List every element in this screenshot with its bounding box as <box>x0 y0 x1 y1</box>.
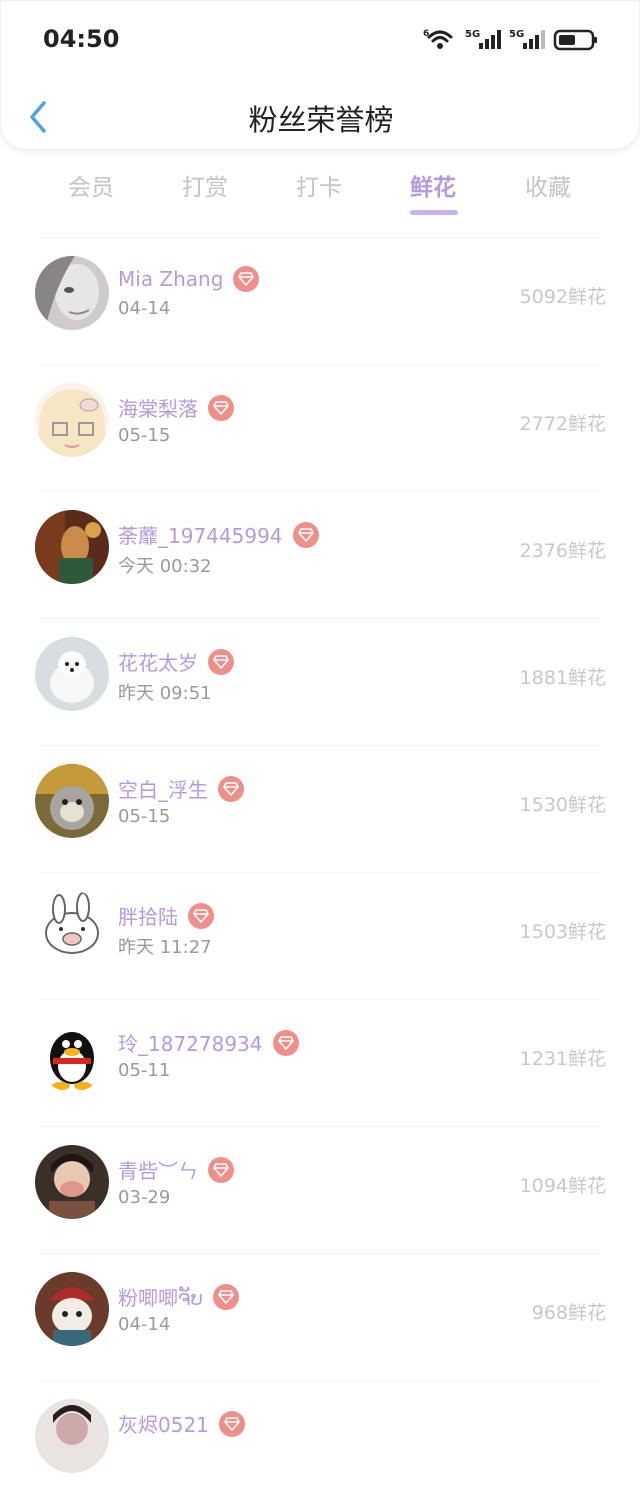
tab-bar: 会员 打赏 打卡 鲜花 收藏 <box>0 168 640 218</box>
list-item[interactable]: 海棠梨落 05-15 2772鲜花 <box>0 365 640 492</box>
diamond-badge-icon <box>233 266 260 292</box>
list-item[interactable]: 青呰︶ㄣ 03-29 1094鲜花 <box>0 1127 640 1254</box>
fan-date: 03-29 <box>118 1187 171 1208</box>
status-time: 04:50 <box>43 25 120 53</box>
fan-name[interactable]: 花花太岁 <box>118 647 198 676</box>
tab-checkin[interactable]: 打卡 <box>269 168 369 202</box>
fan-name[interactable]: 青呰︶ㄣ <box>118 1155 198 1184</box>
avatar[interactable] <box>35 891 109 965</box>
fan-date: 今天 00:32 <box>118 556 212 577</box>
fan-date: 05-11 <box>118 1060 171 1081</box>
flower-count: 1881鲜花 <box>519 667 606 689</box>
list-item[interactable]: 胖拾陆 昨天 11:27 1503鲜花 <box>0 873 640 1000</box>
fan-name[interactable]: 灰烬0521 <box>118 1409 209 1438</box>
fan-name[interactable]: 粉唧唧ຈັບ <box>118 1282 203 1311</box>
avatar[interactable] <box>35 1018 109 1092</box>
status-icons: 6 5G 5G <box>423 27 599 53</box>
avatar[interactable] <box>35 1272 109 1346</box>
fan-date: 04-14 <box>118 298 171 319</box>
list-item[interactable]: 玲_187278934 05-11 1231鲜花 <box>0 1000 640 1127</box>
active-tab-indicator <box>410 210 458 215</box>
fan-name[interactable]: 荼蘼_197445994 <box>118 520 283 549</box>
avatar[interactable] <box>35 383 109 457</box>
avatar[interactable] <box>35 1399 109 1473</box>
fan-date: 昨天 11:27 <box>118 937 212 958</box>
top-bar: 04:50 6 5G 5G 粉丝荣誉榜 <box>0 0 640 150</box>
avatar[interactable] <box>35 510 109 584</box>
tab-member[interactable]: 会员 <box>41 168 141 202</box>
fan-name[interactable]: 玲_187278934 <box>118 1028 263 1057</box>
list-item[interactable]: 粉唧唧ຈັບ 04-14 968鲜花 <box>0 1254 640 1381</box>
flower-count: 5092鲜花 <box>519 286 606 308</box>
flower-count: 1094鲜花 <box>519 1175 606 1197</box>
tab-favorites[interactable]: 收藏 <box>498 168 598 202</box>
wifi-label: 6 <box>423 29 429 39</box>
list-item[interactable]: 荼蘼_197445994 今天 00:32 2376鲜花 <box>0 492 640 619</box>
signal-1-icon: 5G <box>465 29 501 49</box>
list-item[interactable]: 灰烬0521 <box>0 1381 640 1508</box>
fan-name[interactable]: Mia Zhang <box>118 267 223 291</box>
signal-2-icon: 5G <box>509 29 545 49</box>
wifi-icon: 6 <box>423 29 453 49</box>
avatar[interactable] <box>35 637 109 711</box>
diamond-badge-icon <box>213 1283 240 1310</box>
list-item[interactable]: 花花太岁 昨天 09:51 1881鲜花 <box>0 619 640 746</box>
diamond-badge-icon <box>272 1029 299 1056</box>
fan-name[interactable]: 胖拾陆 <box>118 901 178 930</box>
flower-count: 1231鲜花 <box>519 1048 606 1070</box>
flower-count: 968鲜花 <box>531 1302 606 1324</box>
fan-name[interactable]: 海棠梨落 <box>118 393 198 422</box>
tab-flowers[interactable]: 鲜花 <box>383 168 483 202</box>
flower-count: 1530鲜花 <box>519 794 606 816</box>
diamond-badge-icon <box>208 1156 234 1183</box>
flower-count: 2772鲜花 <box>519 413 606 435</box>
battery-icon <box>553 29 597 51</box>
diamond-badge-icon <box>208 648 234 675</box>
avatar[interactable] <box>35 256 109 330</box>
avatar[interactable] <box>35 1145 109 1219</box>
list-item[interactable]: Mia Zhang 04-14 5092鲜花 <box>0 238 640 365</box>
fan-name[interactable]: 空白_浮生 <box>118 774 208 803</box>
diamond-badge-icon <box>218 1410 245 1437</box>
diamond-badge-icon <box>218 775 244 802</box>
fan-date: 04-14 <box>118 1314 171 1335</box>
sim1-label: 5G <box>465 29 480 40</box>
diamond-badge-icon <box>208 394 234 421</box>
sim2-label: 5G <box>509 29 524 40</box>
page-title: 粉丝荣誉榜 <box>248 103 394 137</box>
list-item[interactable]: 空白_浮生 05-15 1530鲜花 <box>0 746 640 873</box>
diamond-badge-icon <box>188 902 214 929</box>
fan-date: 05-15 <box>118 806 171 827</box>
fan-list: Mia Zhang 04-14 5092鲜花 海棠梨落 05-15 2772鲜花… <box>0 238 640 1508</box>
fan-date: 05-15 <box>118 425 171 446</box>
flower-count: 2376鲜花 <box>519 540 606 562</box>
tab-tip[interactable]: 打赏 <box>155 168 255 202</box>
avatar[interactable] <box>35 764 109 838</box>
diamond-badge-icon <box>292 521 319 548</box>
fan-date: 昨天 09:51 <box>118 683 212 704</box>
flower-count: 1503鲜花 <box>519 921 606 943</box>
